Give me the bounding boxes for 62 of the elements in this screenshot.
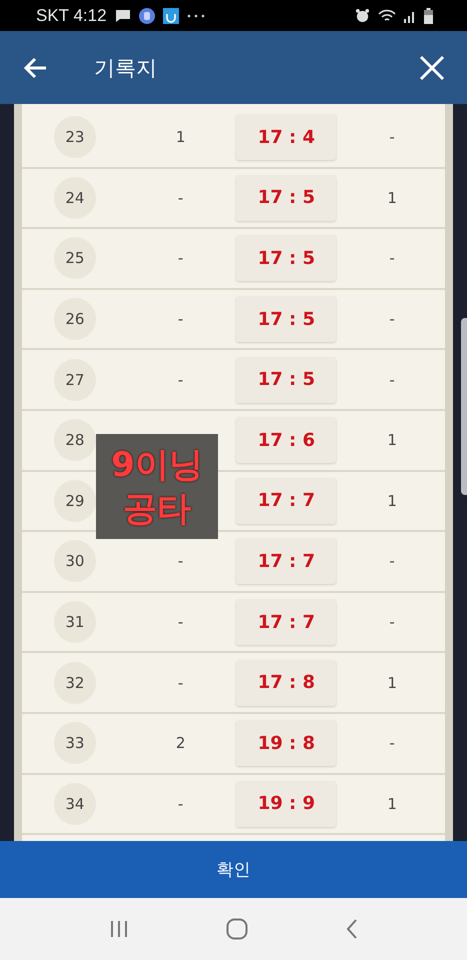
- inning-number: 27: [54, 358, 96, 401]
- chat-icon: [114, 8, 131, 22]
- page-title: 기록지: [94, 54, 157, 82]
- annotation-text: 공타: [123, 488, 191, 530]
- score-cell: 17 : 8: [236, 660, 336, 706]
- table-cell: 2: [176, 734, 186, 752]
- table-cell: -: [389, 128, 395, 146]
- table-cell: -: [389, 613, 395, 632]
- score-cell: 17 : 5: [236, 296, 336, 342]
- wifi-icon: [378, 8, 396, 22]
- score-cell: 17 : 5: [236, 356, 336, 403]
- inning-number: 34: [54, 782, 96, 825]
- table-cell: 1: [387, 674, 397, 692]
- back-icon[interactable]: [346, 919, 358, 939]
- more-icon: [186, 14, 205, 18]
- app-icon: [138, 8, 155, 24]
- table-cell: -: [178, 613, 184, 632]
- table-cell: -: [178, 674, 184, 692]
- inning-number: 28: [54, 419, 96, 462]
- score-cell: 17 : 4: [236, 114, 336, 160]
- table-cell: 1: [387, 492, 397, 510]
- inning-number: 31: [54, 601, 96, 644]
- recent-apps-icon[interactable]: [108, 920, 129, 938]
- table-cell: -: [178, 370, 184, 389]
- home-icon[interactable]: [226, 918, 248, 940]
- inning-number: 26: [54, 298, 96, 340]
- inning-number: 24: [54, 176, 96, 219]
- table-cell: 1: [387, 794, 397, 813]
- score-cell: 17 : 6: [236, 417, 336, 464]
- table-cell: -: [178, 188, 184, 207]
- app-icon: [162, 8, 179, 24]
- inning-number: 23: [54, 116, 96, 158]
- inning-number: 29: [54, 480, 96, 522]
- table-cell: 1: [176, 128, 186, 146]
- table-cell: 1: [387, 431, 397, 450]
- status-time: SKT 4:12: [36, 6, 107, 26]
- inning-number: 32: [54, 662, 96, 704]
- inning-number: 30: [54, 540, 96, 582]
- close-button[interactable]: [419, 54, 445, 80]
- table-cell: -: [389, 249, 395, 268]
- score-cell: 17 : 7: [236, 599, 336, 646]
- table-cell: -: [389, 734, 395, 752]
- battery-icon: [424, 8, 433, 24]
- table-cell: -: [178, 310, 184, 328]
- back-button[interactable]: [24, 56, 48, 78]
- table-cell: -: [389, 310, 395, 328]
- score-cell: 19 : 8: [236, 720, 336, 766]
- score-cell: 17 : 7: [236, 478, 336, 524]
- table-cell: -: [178, 794, 184, 813]
- annotation-text: 9이닝: [111, 444, 203, 486]
- confirm-button[interactable]: 확인: [0, 841, 467, 898]
- table-cell: -: [389, 552, 395, 570]
- table-cell: 1: [387, 188, 397, 207]
- score-cell: 17 : 5: [236, 235, 336, 282]
- table-cell: -: [178, 249, 184, 268]
- score-cell: 19 : 9: [236, 780, 336, 827]
- table-cell: -: [389, 370, 395, 389]
- table-cell: -: [178, 552, 184, 570]
- score-cell: 17 : 7: [236, 538, 336, 584]
- inning-number: 25: [54, 237, 96, 280]
- score-cell: 17 : 5: [236, 174, 336, 221]
- inning-number: 33: [54, 722, 96, 764]
